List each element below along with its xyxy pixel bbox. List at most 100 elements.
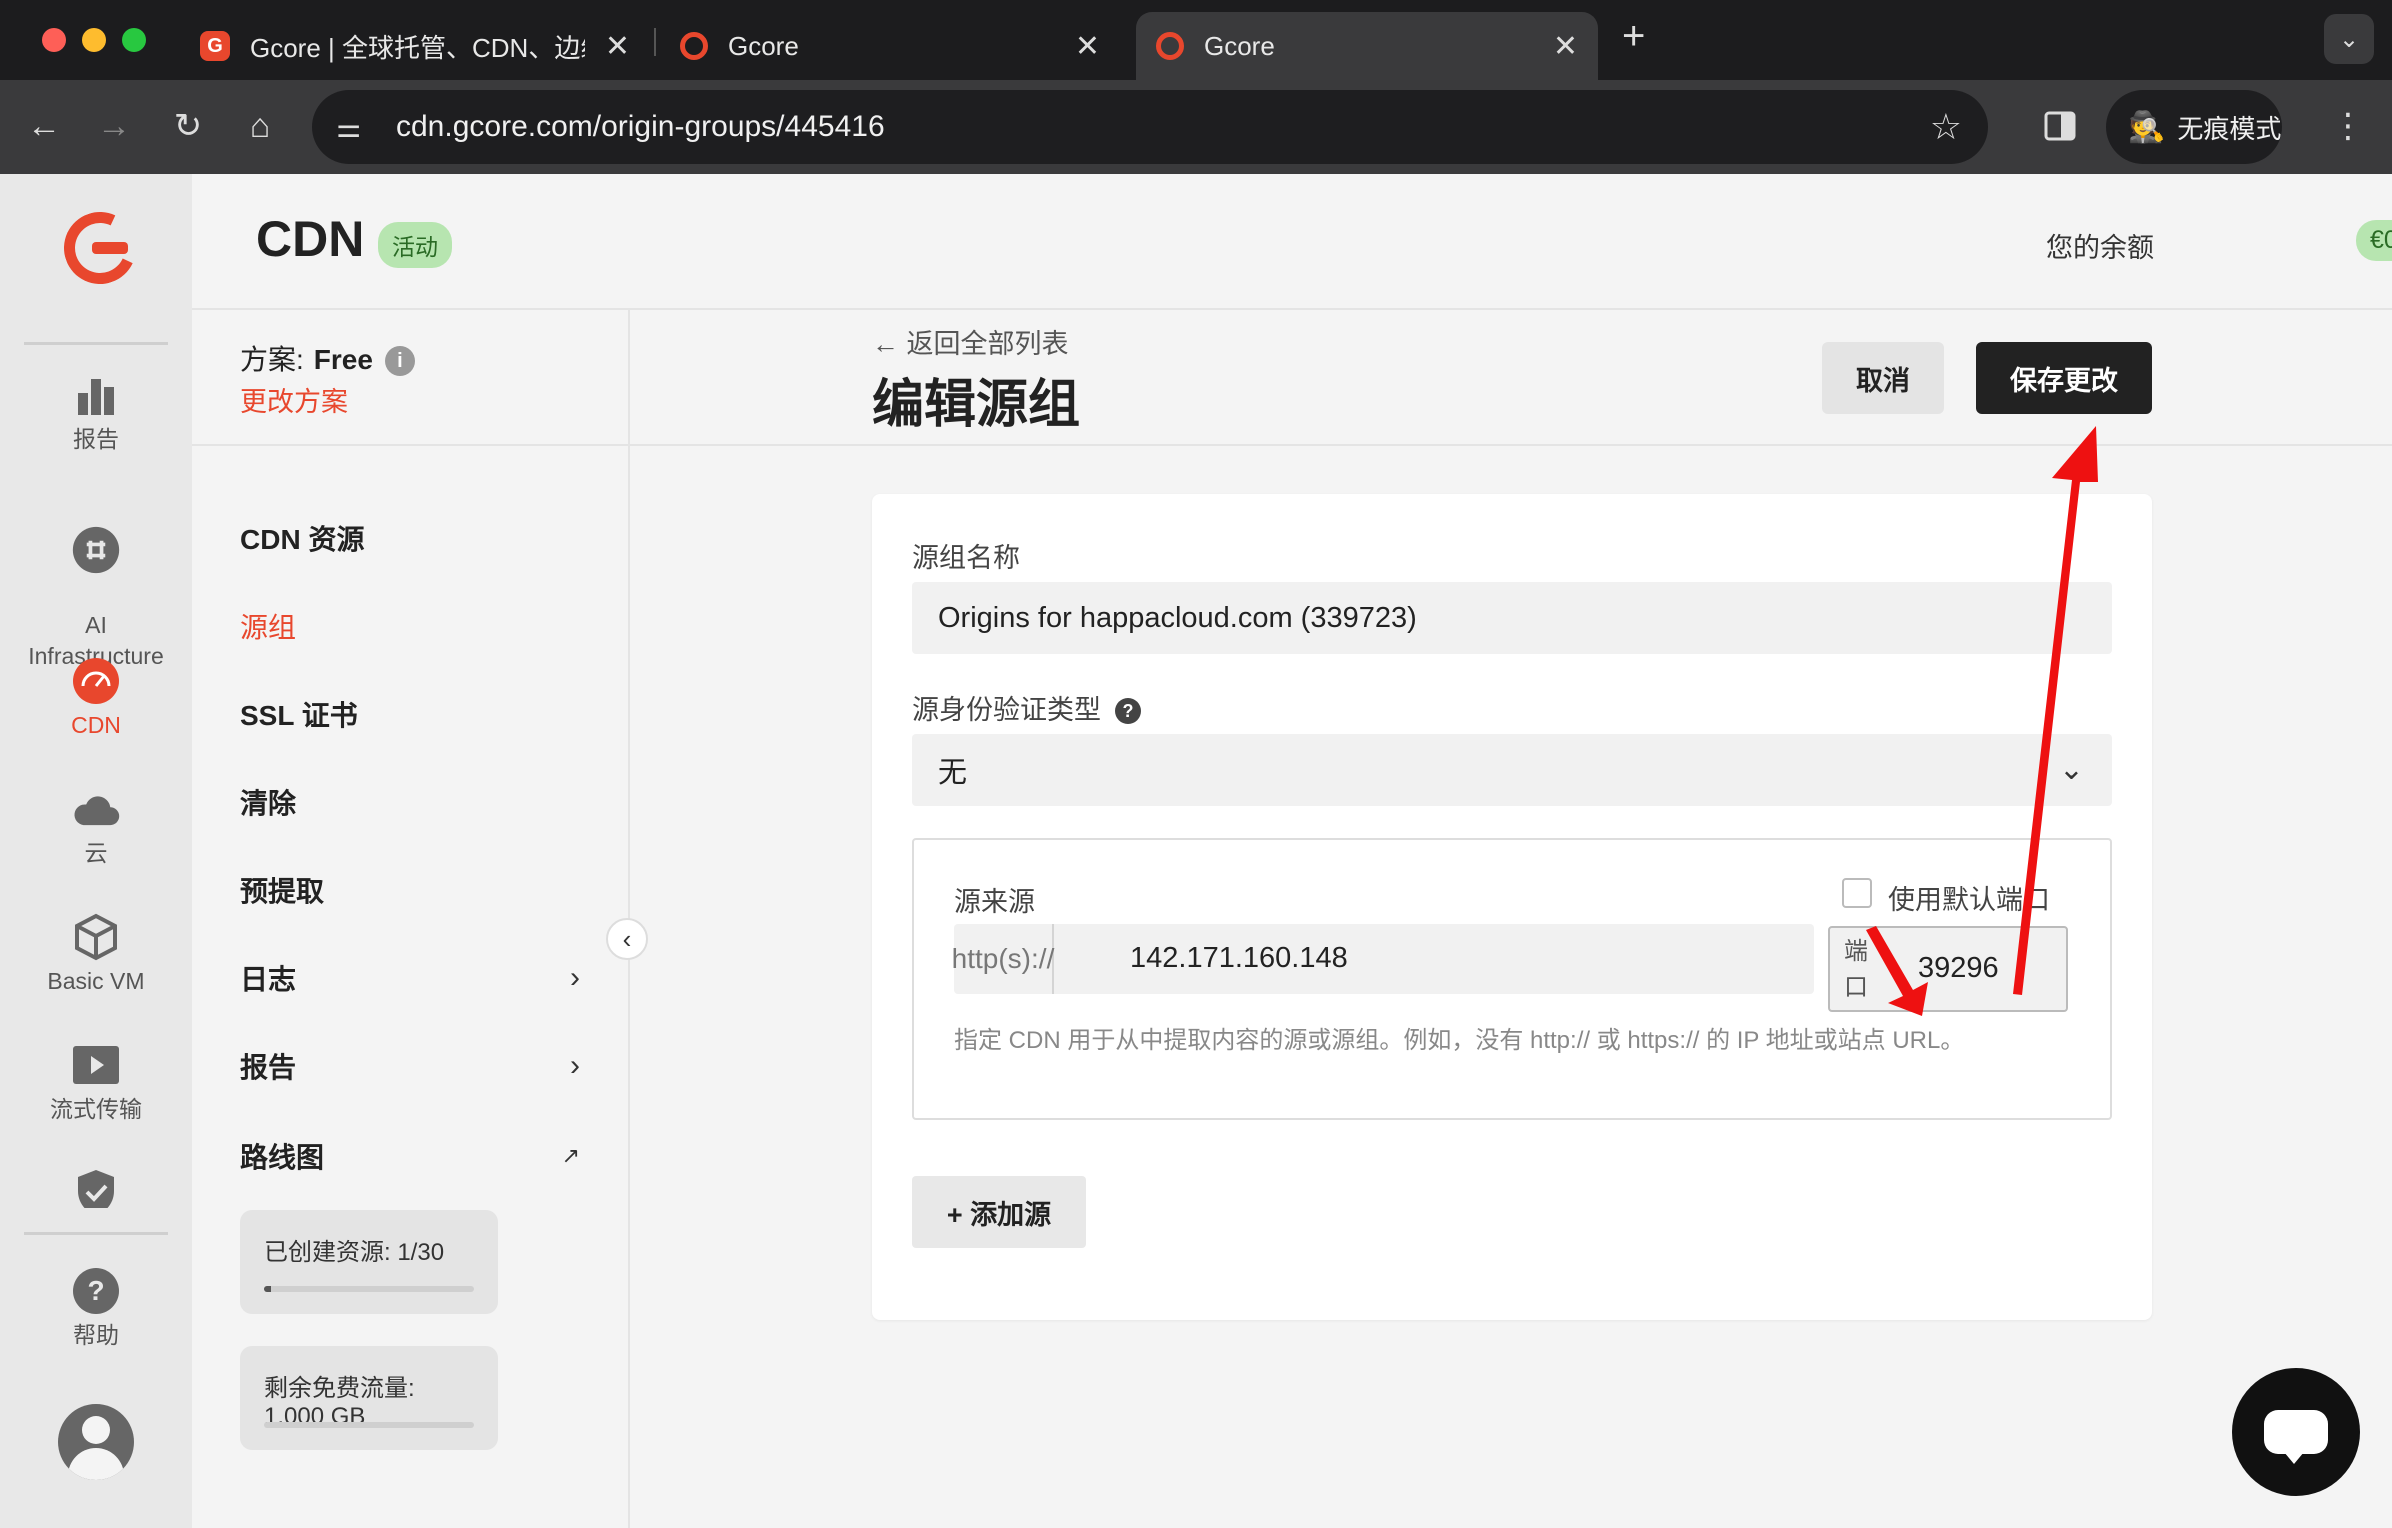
help-icon: ? xyxy=(71,1266,121,1316)
origin-title: 源来源 xyxy=(954,887,1035,917)
balance-value-badge: €0 xyxy=(2356,220,2392,261)
page-title: 编辑源组 xyxy=(872,376,1081,434)
sidebar-item-ssl-certificates[interactable]: SSL 证书 xyxy=(240,694,580,734)
gcore-favicon-icon xyxy=(1156,32,1184,60)
reload-icon[interactable]: ↻ xyxy=(164,102,212,150)
origin-host-input[interactable]: http(s):// 142.171.160.148 xyxy=(952,924,1814,994)
browser-tab-1[interactable]: G Gcore | 全球托管、CDN、边缘 ✕ xyxy=(180,12,650,80)
free-traffic-card: 剩余免费流量: 1,000 GB xyxy=(240,1346,498,1450)
gcore-favicon-icon xyxy=(680,32,708,60)
sidebar-item-purge[interactable]: 清除 xyxy=(240,782,580,822)
sidebar-item-roadmap[interactable]: 路线图 ↗ xyxy=(240,1136,580,1176)
rail-item-reports[interactable]: 报告 xyxy=(0,370,192,455)
sidebar-divider xyxy=(192,444,630,446)
cancel-button[interactable]: 取消 xyxy=(1822,342,1944,414)
info-icon[interactable]: i xyxy=(384,346,415,376)
bar-chart-icon xyxy=(71,370,121,420)
cube-icon xyxy=(71,912,121,962)
rail-item-ai-infrastructure[interactable]: AI Infrastructure xyxy=(0,494,192,672)
maximize-window-button[interactable] xyxy=(122,28,146,52)
back-to-list-link[interactable]: ← 返回全部列表 xyxy=(872,322,1069,361)
user-avatar-icon[interactable] xyxy=(58,1404,134,1480)
rail-item-streaming[interactable]: 流式传输 xyxy=(0,1040,192,1125)
incognito-icon: 🕵 xyxy=(2128,110,2166,144)
gcore-favicon-icon: G xyxy=(200,31,230,61)
origin-hint-text: 指定 CDN 用于从中提取内容的源或源组。例如，没有 http:// 或 htt… xyxy=(954,1027,1965,1054)
play-icon xyxy=(71,1040,121,1090)
cdn-sidebar: 方案: Free i 更改方案 CDN 资源 源组 SSL 证书 清除 预提取 日志… xyxy=(192,310,630,1528)
help-icon[interactable]: ? xyxy=(1115,698,1141,724)
chat-support-button[interactable] xyxy=(2232,1368,2360,1496)
avatar-head xyxy=(82,1416,110,1444)
free-traffic-progress-bar xyxy=(264,1422,474,1428)
add-origin-button[interactable]: + 添加源 xyxy=(912,1176,1086,1248)
speedometer-icon xyxy=(71,656,121,706)
resources-progress-fill xyxy=(264,1286,271,1292)
site-settings-icon[interactable]: ⚌ xyxy=(336,111,376,144)
chip-icon xyxy=(71,525,121,575)
sidebar-item-cdn-resources[interactable]: CDN 资源 xyxy=(240,518,580,558)
side-panel-icon[interactable] xyxy=(2036,102,2084,150)
status-badge: 活动 xyxy=(378,222,452,268)
port-label: 端口 xyxy=(1844,938,1868,1001)
origin-host-value: 142.171.160.148 xyxy=(1130,942,1348,974)
rail-item-cloud[interactable]: 云 xyxy=(0,784,192,869)
sidebar-item-prefetch[interactable]: 预提取 xyxy=(240,870,580,910)
default-port-checkbox[interactable] xyxy=(1842,878,1872,908)
tab-search-icon[interactable]: ⌄ xyxy=(2324,14,2374,64)
collapse-sidebar-button[interactable]: ‹ xyxy=(606,918,648,960)
close-tab-icon[interactable]: ✕ xyxy=(1075,29,1100,64)
rail-divider xyxy=(24,342,168,345)
forward-icon[interactable]: → xyxy=(90,102,138,150)
group-name-input[interactable]: Origins for happacloud.com (339723) xyxy=(912,582,2112,654)
port-value: 39296 xyxy=(1918,952,1999,984)
browser-tab-3-active[interactable]: Gcore ✕ xyxy=(1136,12,1598,80)
chevron-down-icon: ⌄ xyxy=(2058,753,2084,786)
close-window-button[interactable] xyxy=(42,28,66,52)
new-tab-button[interactable]: + xyxy=(1622,14,1645,59)
avatar-body xyxy=(68,1448,124,1480)
page-header: CDN 活动 您的余额 €0 充值 xyxy=(192,174,2392,310)
svg-text:?: ? xyxy=(87,1275,104,1306)
home-icon[interactable]: ⌂ xyxy=(236,102,284,150)
default-port-label: 使用默认端口 xyxy=(1888,885,2050,915)
browser-tab-2[interactable]: Gcore ✕ xyxy=(660,12,1120,80)
auth-type-label: 源身份验证类型? xyxy=(912,688,1141,727)
browser-tab-strip: G Gcore | 全球托管、CDN、边缘 ✕ Gcore ✕ Gcore ✕ … xyxy=(0,0,2392,80)
url-text[interactable]: cdn.gcore.com/origin-groups/445416 xyxy=(396,110,885,144)
rail-item-cdn[interactable]: CDN xyxy=(0,656,192,741)
product-rail: 报告 AI Infrastructure CDN 云 Basic VM 流式传输 xyxy=(0,174,192,1528)
address-bar[interactable]: ⚌ cdn.gcore.com/origin-groups/445416 ☆ xyxy=(312,90,1988,164)
back-icon[interactable]: ← xyxy=(20,102,68,150)
external-link-icon: ↗ xyxy=(561,1143,580,1168)
origin-entry: 源来源 使用默认端口 http(s):// 142.171.160.148 端口… xyxy=(912,838,2112,1120)
rail-item-help[interactable]: ? 帮助 xyxy=(0,1266,192,1351)
close-tab-icon[interactable]: ✕ xyxy=(1553,29,1578,64)
incognito-indicator[interactable]: 🕵 无痕模式 xyxy=(2106,90,2282,164)
rail-item-security[interactable] xyxy=(0,1168,192,1208)
origin-group-form: 源组名称 Origins for happacloud.com (339723)… xyxy=(872,494,2152,1320)
sidebar-item-reports[interactable]: 报告 › xyxy=(240,1046,580,1086)
close-tab-icon[interactable]: ✕ xyxy=(605,29,630,64)
change-plan-link[interactable]: 更改方案 xyxy=(240,380,348,419)
sidebar-item-logs[interactable]: 日志 › xyxy=(240,958,580,998)
product-title: CDN xyxy=(256,211,365,267)
sidebar-item-origin-groups[interactable]: 源组 xyxy=(240,606,580,646)
browser-menu-icon[interactable]: ⋮ xyxy=(2324,102,2372,150)
auth-type-select[interactable]: 无 ⌄ xyxy=(912,734,2112,806)
plan-value: Free xyxy=(313,344,373,375)
balance-label: 您的余额 xyxy=(2046,233,2154,263)
chevron-right-icon: › xyxy=(570,1049,580,1082)
bookmark-star-icon[interactable]: ☆ xyxy=(1930,106,1962,148)
protocol-prefix: http(s):// xyxy=(952,924,1054,994)
shield-check-icon xyxy=(71,1168,121,1208)
rail-item-basic-vm[interactable]: Basic VM xyxy=(0,912,192,997)
chat-bubble-icon xyxy=(2264,1410,2328,1464)
browser-toolbar: ← → ↻ ⌂ ⚌ cdn.gcore.com/origin-groups/44… xyxy=(0,80,2392,174)
port-input[interactable]: 端口 39296 xyxy=(1828,926,2068,1012)
save-changes-button[interactable]: 保存更改 xyxy=(1976,342,2152,414)
minimize-window-button[interactable] xyxy=(82,28,106,52)
resources-progress-bar xyxy=(264,1286,474,1292)
cloud-icon xyxy=(71,784,121,834)
chevron-right-icon: › xyxy=(570,961,580,994)
